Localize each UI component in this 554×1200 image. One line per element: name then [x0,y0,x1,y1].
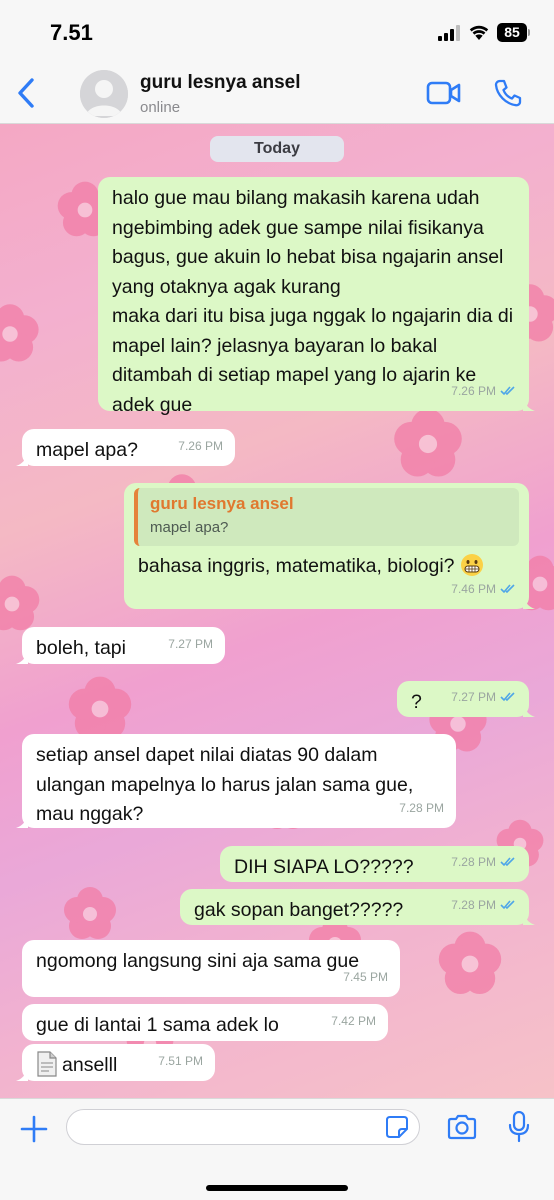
default-avatar-icon [80,70,128,118]
message-text: ngomong langsung sini aja sama gue [36,950,360,972]
message-meta: 7.42 PM [331,1007,376,1037]
status-time: 7.51 [50,20,93,45]
chat-header: guru lesnya ansel online [0,62,554,124]
message-time: 7.45 PM [343,969,388,984]
message-meta: 7.28 PM [451,848,517,878]
incoming-message[interactable]: anselll 7.51 PM [16,1044,215,1081]
composer-bar [0,1098,554,1200]
bubble-tail [16,1067,28,1081]
quoted-text: mapel apa? [150,519,229,536]
message-time: 7.51 PM [158,1053,203,1068]
bubble-tail [523,703,535,717]
outgoing-message[interactable]: ? 7.27 PM [397,681,535,717]
contact-avatar[interactable] [80,70,128,118]
message-meta: 7.27 PM [168,630,213,660]
read-receipt-icon [500,385,515,395]
message-meta: 7.51 PM [158,1047,203,1077]
grimacing-face-icon [460,554,483,576]
bubble-tail [16,650,28,664]
bubble-tail [16,452,28,466]
plus-icon[interactable] [20,1115,48,1143]
read-receipt-icon [500,691,515,701]
cellular-signal-icon [438,25,460,41]
incoming-message[interactable]: setiap ansel dapet nilai diatas 90 dalam… [16,734,456,828]
message-time: 7.27 PM [168,636,213,651]
message-text: setiap ansel dapet nilai diatas 90 dalam… [36,744,419,825]
contact-name[interactable]: guru lesnya ansel [140,72,301,94]
date-separator: Today [210,136,344,162]
message-meta: 7.28 PM [451,891,517,921]
message-meta: 7.26 PM [178,432,223,462]
read-receipt-icon [500,899,515,909]
outgoing-message[interactable]: gak sopan banget????? 7.28 PM [180,889,535,925]
message-meta: 7.28 PM [399,794,444,824]
read-receipt-icon [500,856,515,866]
home-indicator [206,1185,348,1191]
message-time: 7.26 PM [178,438,223,453]
contact-status: online [140,99,181,116]
quoted-sender: guru lesnya ansel [150,494,294,513]
message-input[interactable] [66,1109,420,1145]
message-time: 7.27 PM [451,689,496,704]
battery-tip [528,29,530,36]
voice-call-icon[interactable] [494,78,522,108]
incoming-message[interactable]: ngomong langsung sini aja sama gue 7.45 … [22,940,400,997]
bubble-tail [523,911,535,925]
back-chevron-icon[interactable] [12,76,42,110]
message-text: bahasa inggris, matematika, biologi? [138,555,455,577]
message-time: 7.28 PM [399,800,444,815]
message-time: 7.26 PM [451,383,496,398]
message-time: 7.28 PM [451,854,496,869]
message-meta: 7.45 PM [343,963,388,993]
battery-indicator: 85 [497,23,527,42]
message-time: 7.46 PM [451,581,496,596]
bubble-tail [16,814,28,828]
message-text: anselll [62,1054,118,1076]
document-icon [37,1051,57,1077]
status-bar: 7.51 85 [0,0,554,62]
message-meta: 7.26 PM [451,377,517,407]
outgoing-message[interactable]: DIH SIAPA LO????? 7.28 PM [220,846,529,882]
wifi-icon [469,25,489,40]
bubble-tail [523,595,535,609]
message-text: gue di lantai 1 sama adek lo [36,1014,279,1036]
message-meta: 7.46 PM [451,575,517,605]
video-call-icon[interactable] [426,79,462,107]
message-time: 7.42 PM [331,1013,376,1028]
chat-area[interactable]: Today halo gue mau bilang makasih karena… [0,124,554,1098]
incoming-message[interactable]: boleh, tapi 7.27 PM [16,627,225,664]
quoted-message[interactable]: guru lesnya ansel mapel apa? [134,488,519,546]
incoming-message[interactable]: gue di lantai 1 sama adek lo 7.42 PM [22,1004,388,1041]
message-time: 7.28 PM [451,897,496,912]
microphone-icon[interactable] [508,1111,530,1143]
camera-icon[interactable] [446,1113,478,1141]
read-receipt-icon [500,583,515,593]
message-meta: 7.27 PM [451,683,517,713]
incoming-message[interactable]: mapel apa? 7.26 PM [16,429,235,466]
sticker-icon[interactable] [385,1115,409,1139]
outgoing-reply-message[interactable]: guru lesnya ansel mapel apa? bahasa ingg… [124,483,535,609]
outgoing-message[interactable]: halo gue mau bilang makasih karena udah … [98,177,535,416]
bubble-tail [523,397,535,411]
